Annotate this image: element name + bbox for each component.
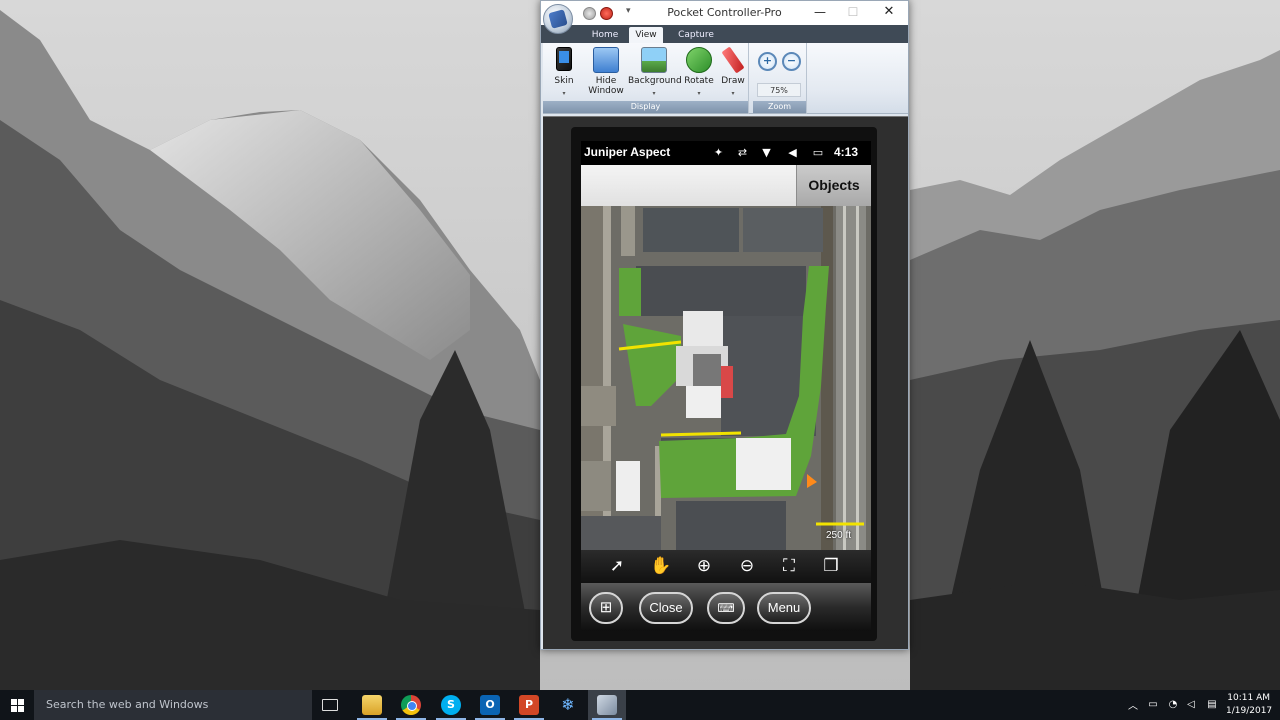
clock-date: 1/19/2017 xyxy=(1226,706,1273,716)
show-hidden-icons-icon[interactable]: ︿ xyxy=(1128,697,1138,712)
softkey-bar: ⊞ Close ⌨ Menu xyxy=(581,583,871,631)
phone-top-toolbar: Objects xyxy=(581,165,871,206)
windows-logo-icon xyxy=(18,699,24,705)
windows-logo-icon xyxy=(11,699,17,705)
sync-icon: ⇄ xyxy=(737,146,748,159)
phone-status-bar: Juniper Aspect ✦ ⇄ ▼ ◀ ▭ 4:13 xyxy=(581,141,871,165)
background-button[interactable]: Background ▾ xyxy=(628,47,682,99)
ribbon-tab-bar: Home View Capture xyxy=(541,25,908,43)
maximize-button[interactable]: ☐ xyxy=(838,2,868,22)
menu-button[interactable]: Menu xyxy=(757,592,811,624)
pocket-controller-icon[interactable] xyxy=(597,695,617,715)
chevron-down-icon: ▾ xyxy=(562,90,566,97)
pencil-icon xyxy=(721,46,745,74)
zoom-group-label: Zoom xyxy=(753,101,806,113)
chevron-down-icon: ▾ xyxy=(652,90,656,97)
display-group-label: Display xyxy=(543,101,748,113)
satellite-icon: ✦ xyxy=(713,146,724,159)
volume-muted-icon: ◀ xyxy=(788,146,797,159)
chevron-down-icon: ▾ xyxy=(697,90,701,97)
start-button[interactable] xyxy=(0,690,34,720)
task-view-icon[interactable] xyxy=(322,699,338,711)
hide-window-label: Hide Window xyxy=(588,76,624,96)
battery-icon[interactable]: ▭ xyxy=(1146,698,1160,712)
wifi-icon[interactable]: ◔ xyxy=(1166,698,1180,712)
rotate-button[interactable]: Rotate ▾ xyxy=(682,47,716,99)
clock-time: 10:11 AM xyxy=(1227,693,1270,703)
windows-start-button[interactable]: ⊞ xyxy=(589,592,623,624)
notification-icon[interactable]: ▤ xyxy=(1205,698,1219,712)
zoom-in-icon[interactable]: ⊕ xyxy=(692,554,716,578)
search-placeholder: Search the web and Windows xyxy=(46,698,209,711)
windows-logo-icon xyxy=(18,706,24,712)
rotate-label: Rotate xyxy=(684,76,714,86)
zoom-out-icon[interactable]: − xyxy=(782,52,801,71)
zoom-level-field[interactable]: 75% xyxy=(757,83,801,97)
file-explorer-icon[interactable] xyxy=(362,695,382,715)
tab-view[interactable]: View xyxy=(629,27,663,43)
skin-label: Skin xyxy=(554,76,574,86)
skin-button[interactable]: Skin ▾ xyxy=(547,47,581,99)
chevron-down-icon: ▾ xyxy=(731,90,735,97)
map-scale-label: 250 ft xyxy=(826,530,852,541)
background-label: Background xyxy=(628,76,682,86)
zoom-out-icon[interactable]: ⊖ xyxy=(735,554,759,578)
system-clock[interactable]: 10:11 AM 1/19/2017 xyxy=(1226,692,1273,718)
draw-label: Draw xyxy=(721,76,745,86)
pocket-controller-window: ▾ Pocket Controller-Pro — ☐ ✕ Home View … xyxy=(540,0,909,650)
outlook-icon[interactable]: O xyxy=(480,695,500,715)
powerpoint-icon[interactable]: P xyxy=(519,695,539,715)
battery-icon: ▭ xyxy=(812,146,824,159)
zoom-in-icon[interactable]: + xyxy=(758,52,777,71)
windows-taskbar: Search the web and Windows S O P ❄ ︿ ▭ ◔… xyxy=(0,690,1280,720)
pan-hand-icon[interactable]: ✋ xyxy=(649,554,673,578)
device-display-area: Juniper Aspect ✦ ⇄ ▼ ◀ ▭ 4:13 Objects 25… xyxy=(543,116,908,649)
ribbon-panel: Skin ▾ Hide Window Background ▾ Rotate ▾… xyxy=(543,43,908,114)
chrome-icon[interactable] xyxy=(401,695,421,715)
search-input[interactable]: Search the web and Windows xyxy=(34,690,312,720)
windows-logo-icon xyxy=(11,706,17,712)
objects-button[interactable]: Objects xyxy=(796,165,871,206)
draw-button[interactable]: Draw ▾ xyxy=(717,46,749,99)
hide-window-button[interactable]: Hide Window xyxy=(584,47,628,99)
hide-window-icon xyxy=(593,47,619,73)
phone-screen[interactable]: Juniper Aspect ✦ ⇄ ▼ ◀ ▭ 4:13 Objects 25… xyxy=(581,141,871,631)
background-image-icon xyxy=(641,47,667,73)
keyboard-button[interactable]: ⌨ xyxy=(707,592,745,624)
clock: 4:13 xyxy=(834,145,859,159)
application-menu-button[interactable] xyxy=(543,4,573,34)
minimize-button[interactable]: — xyxy=(805,2,835,22)
display-group: Skin ▾ Hide Window Background ▾ Rotate ▾… xyxy=(543,43,749,114)
phone-skin-icon xyxy=(556,47,572,71)
close-button[interactable]: Close xyxy=(639,592,693,624)
aerial-map[interactable]: 250 ft xyxy=(581,206,871,550)
tab-capture[interactable]: Capture xyxy=(671,27,721,43)
window-titlebar[interactable]: ▾ Pocket Controller-Pro — ☐ ✕ xyxy=(541,1,908,34)
rotate-icon xyxy=(686,47,712,73)
snowflake-icon[interactable]: ❄ xyxy=(558,695,578,715)
app-name: Juniper Aspect xyxy=(584,145,671,159)
skype-icon[interactable]: S xyxy=(441,695,461,715)
volume-icon[interactable]: ◁ xyxy=(1184,698,1198,712)
signal-icon: ▼ xyxy=(762,146,771,159)
close-window-button[interactable]: ✕ xyxy=(874,2,904,22)
select-arrow-icon[interactable]: ➚ xyxy=(605,554,629,578)
app-logo-icon xyxy=(548,9,568,29)
map-toolbar: ➚ ✋ ⊕ ⊖ ⛶ ❐ xyxy=(581,550,871,583)
tab-home[interactable]: Home xyxy=(585,27,625,43)
zoom-group: + − 75% Zoom xyxy=(753,43,807,114)
zoom-extent-icon[interactable]: ⛶ xyxy=(777,554,801,578)
layers-icon[interactable]: ❐ xyxy=(819,554,843,578)
